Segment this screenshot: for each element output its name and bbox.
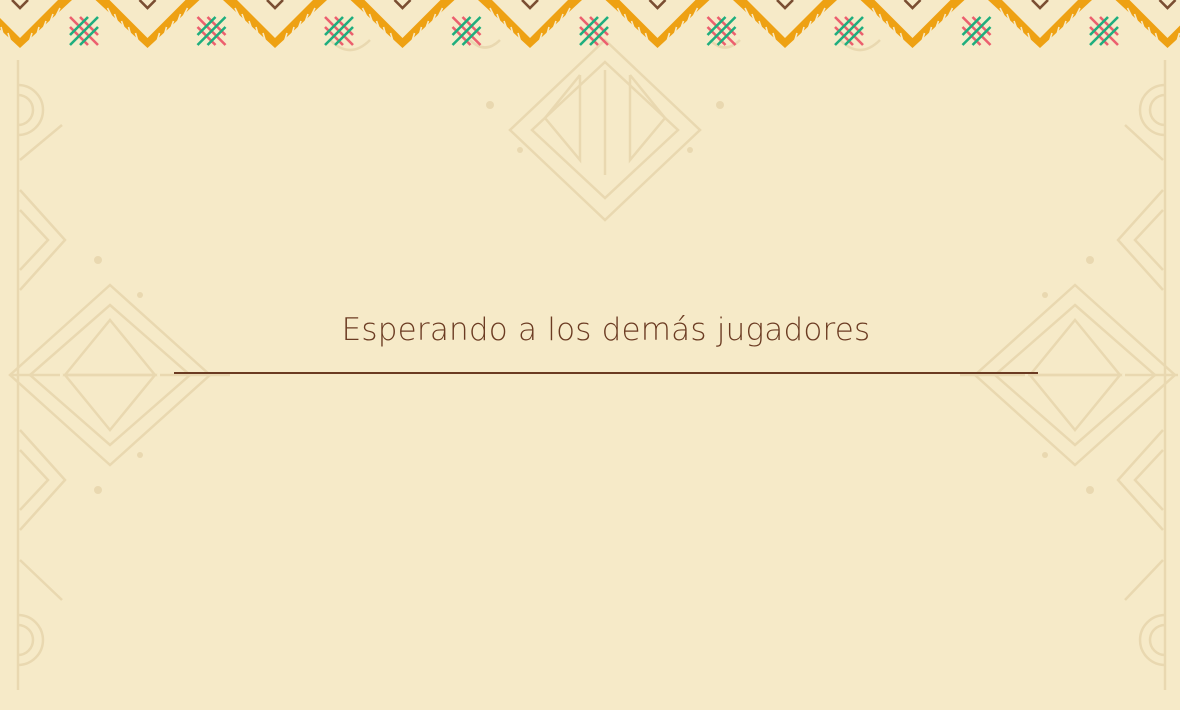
border-cross-stitch-icon [451,15,482,47]
border-cross-stitch-icon [961,15,992,47]
border-chevron [604,0,711,50]
left-side-motif [8,60,230,690]
border-cross-stitch-icon [706,15,737,47]
decorative-top-border [0,0,1180,50]
border-chevron [731,0,839,50]
border-cross-stitch-icon [68,15,100,47]
border-chevron [1114,0,1180,50]
border-chevron [986,0,1094,50]
border-chevron [349,0,456,50]
waiting-status: Esperando a los demás jugadores [174,300,1038,360]
right-side-motif [960,60,1178,690]
border-chevron [476,0,584,50]
message-underline [174,372,1038,374]
border-cross-stitch-icon [833,15,865,47]
border-cross-stitch-icon [323,15,355,47]
center-diamond-motif [329,38,881,222]
border-cross-stitch-icon [196,15,227,47]
border-cross-stitch-icon [578,15,610,47]
border-chevron [221,0,329,50]
border-chevron [859,0,966,50]
waiting-message: Esperando a los demás jugadores [341,312,871,348]
border-chevron [94,0,201,50]
border-chevron [0,0,74,50]
border-cross-stitch-icon [1088,15,1120,47]
